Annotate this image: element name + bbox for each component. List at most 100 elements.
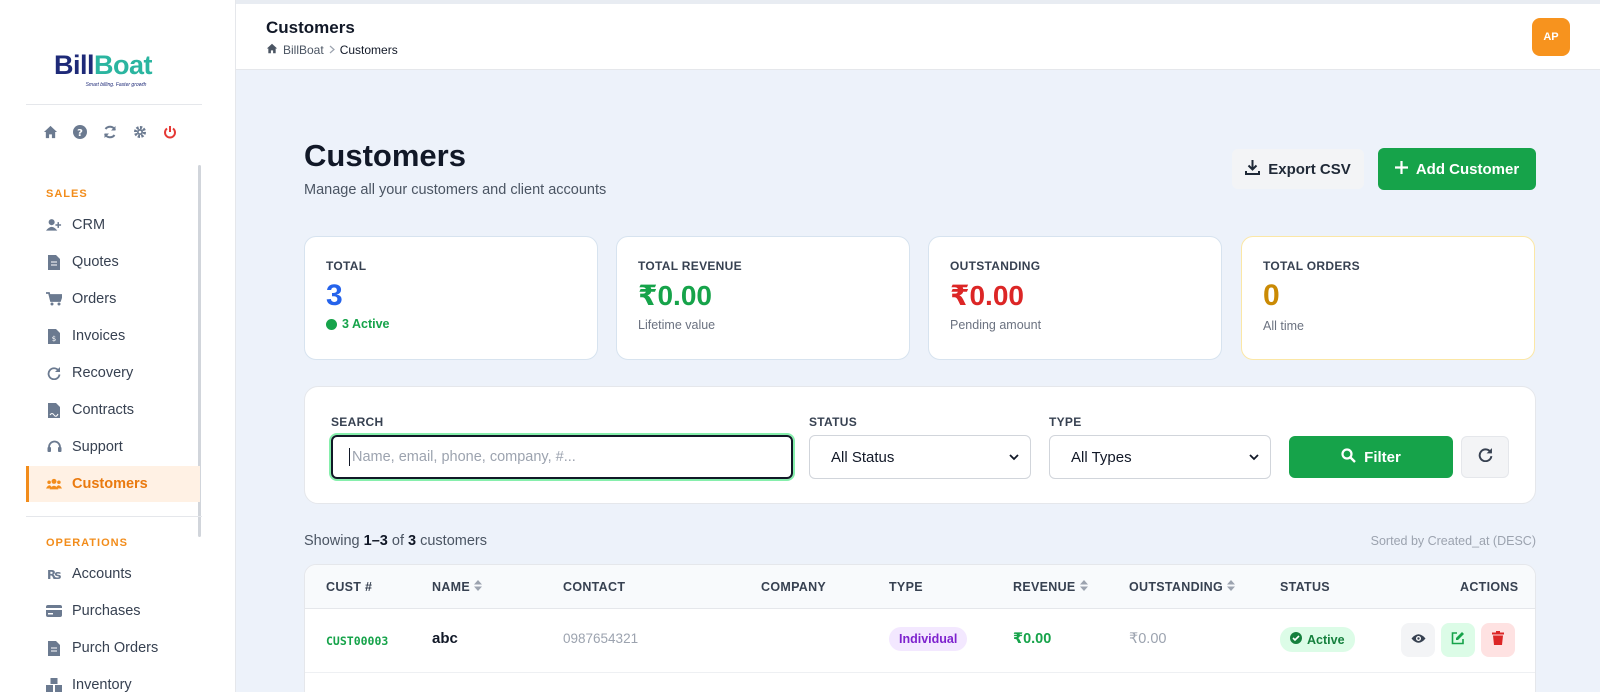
sidebar-divider [26,516,202,517]
file-icon [46,254,62,270]
chevron-right-icon [329,43,335,57]
sidebar-item-crm[interactable]: CRM [26,207,200,243]
sidebar-item-label: Customers [72,476,148,492]
results-summary: Showing 1–3 of 3 customers [304,533,487,549]
sidebar-item-accounts[interactable]: ₨ Accounts [26,556,200,592]
type-label: TYPE [1049,415,1082,429]
search-placeholder: Name, email, phone, company, #... [352,449,576,465]
sidebar-item-invoices[interactable]: $ Invoices [26,318,200,354]
chevron-down-icon [1248,450,1260,467]
help-icon[interactable]: ? [72,124,88,140]
power-icon[interactable] [162,124,178,140]
contract-icon [46,402,62,418]
table-row[interactable]: CUST00003 abc 0987654321 Individual ₹0.0… [305,609,1535,673]
stat-card-revenue: TOTAL REVENUE ₹0.00 Lifetime value [616,236,910,360]
status-label: STATUS [809,415,858,429]
breadcrumb: BillBoat Customers [266,43,398,57]
chevron-down-icon [1008,450,1020,467]
sidebar-item-support[interactable]: Support [26,429,200,465]
breadcrumb-home-link[interactable]: BillBoat [283,43,324,57]
stat-value: 3 [326,279,343,312]
cust-id-link[interactable]: CUST00003 [326,634,388,648]
refresh-icon[interactable] [102,124,118,140]
search-icon [1341,447,1357,467]
results-range: 1–3 [363,533,388,549]
stat-card-orders: TOTAL ORDERS 0 All time [1241,236,1535,360]
type-select-value: All Types [1071,448,1132,466]
customer-contact: 0987654321 [563,631,639,646]
sidebar-item-label: Contracts [72,402,135,418]
file-icon [46,640,62,656]
sidebar-item-purchases[interactable]: Purchases [26,593,200,629]
status-label: Active [1307,632,1345,647]
svg-text:$: $ [52,335,56,343]
rupee-icon: ₨ [46,566,62,582]
delete-button[interactable] [1481,623,1515,657]
sort-icon [474,580,483,594]
sidebar-item-purch-orders[interactable]: Purch Orders [26,630,200,666]
sidebar: BillBoat Smart billing. Faster growth ? … [0,0,236,692]
customer-revenue: ₹0.00 [1013,631,1052,647]
headset-icon [46,439,62,455]
sidebar-item-label: Inventory [72,677,132,692]
sidebar-divider [26,104,202,105]
sidebar-section-sales: SALES [46,188,88,200]
col-contact: CONTACT [563,580,626,594]
stat-note: Pending amount [950,318,1042,332]
status-select[interactable]: All Status [809,435,1031,479]
col-name-label: NAME [432,580,471,594]
type-select[interactable]: All Types [1049,435,1271,479]
results-count: 3 [408,533,417,549]
sidebar-item-label: Orders [72,291,117,307]
table-header: CUST # NAME CONTACT COMPANY TYPE REVENUE… [305,565,1535,609]
stat-label: TOTAL ORDERS [1263,259,1360,273]
col-outstanding-label: OUTSTANDING [1129,580,1224,594]
col-outstanding[interactable]: OUTSTANDING [1129,580,1236,594]
sidebar-item-recovery[interactable]: Recovery [26,355,200,391]
edit-button[interactable] [1441,623,1475,657]
redo-icon [1478,447,1493,467]
reset-filters-button[interactable] [1461,436,1509,478]
logo-tagline: Smart billing. Faster growth [85,82,147,88]
export-csv-button[interactable]: Export CSV [1232,149,1364,189]
sidebar-item-label: Accounts [72,566,132,582]
check-circle-icon [1290,632,1302,647]
stat-note: All time [1263,319,1304,333]
logo-text-bill: Bill [54,50,95,80]
col-status: STATUS [1280,580,1330,594]
stat-value: ₹0.00 [950,280,1024,311]
users-icon [46,476,62,492]
sidebar-item-contracts[interactable]: Contracts [26,392,200,428]
sidebar-item-label: Quotes [72,254,119,270]
add-customer-label: Add Customer [1415,160,1520,178]
col-revenue[interactable]: REVENUE [1013,580,1088,594]
settings-icon[interactable] [132,124,148,140]
plus-icon [1394,160,1408,178]
boxes-icon [46,677,62,692]
sidebar-item-quotes[interactable]: Quotes [26,244,200,280]
view-button[interactable] [1401,623,1435,657]
search-input[interactable]: Name, email, phone, company, #... [331,435,793,479]
sidebar-item-inventory[interactable]: Inventory [26,667,200,692]
col-name[interactable]: NAME [432,580,483,594]
sort-icon [1079,580,1088,594]
filter-button[interactable]: Filter [1289,436,1453,478]
add-customer-button[interactable]: Add Customer [1378,148,1536,190]
sidebar-item-label: Purchases [72,603,141,619]
sidebar-item-orders[interactable]: Orders [26,281,200,317]
user-avatar[interactable]: AP [1532,18,1570,56]
stat-label: OUTSTANDING [950,259,1041,273]
breadcrumb-current: Customers [339,43,398,57]
stat-note: 3 Active [342,317,390,331]
svg-text:₨: ₨ [47,568,61,581]
active-count-note: 3 Active [326,317,576,331]
status-select-value: All Status [831,448,895,466]
logo-text-boat: Boat [94,50,153,80]
billboat-logo[interactable]: BillBoat Smart billing. Faster growth [54,50,178,94]
card-icon [46,603,62,619]
svg-text:?: ? [77,128,83,139]
sidebar-item-customers[interactable]: Customers [26,466,200,502]
page-title: Customers [304,138,466,173]
customer-name[interactable]: abc [432,630,458,647]
home-icon[interactable] [42,124,58,140]
